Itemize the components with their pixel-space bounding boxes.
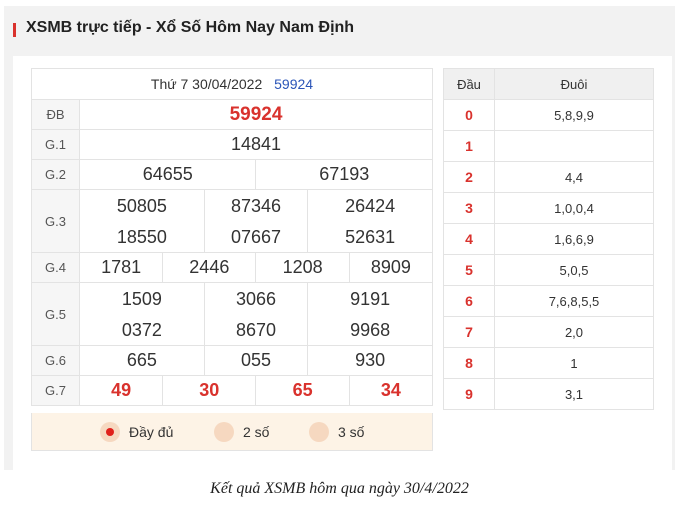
prize-row-g3: G.3 50805 18550 87346 07667 26424 52631 [31, 189, 433, 253]
radio-selected-icon[interactable] [100, 422, 120, 442]
prize-label: G.6 [31, 345, 80, 376]
prize-value: 8909 [348, 252, 434, 283]
option-label: Đầy đủ [129, 424, 174, 440]
prize-value: 65 [255, 375, 350, 406]
head-digit: 0 [443, 99, 495, 131]
head-digit: 9 [443, 378, 495, 410]
prize-value: 1509 [121, 288, 162, 309]
dau-duoi-header: Đầu Đuôi [443, 68, 654, 100]
option-label: 3 số [338, 424, 365, 440]
prize-label: G.2 [31, 159, 80, 190]
prize-row-g1: G.1 14841 [31, 129, 433, 160]
head-digit: 3 [443, 192, 495, 224]
prize-label: G.3 [31, 189, 80, 253]
head-digit: 1 [443, 130, 495, 162]
dau-duoi-row: 81 [443, 347, 654, 379]
tail-column-title: Đuôi [494, 68, 654, 100]
head-digit: 4 [443, 223, 495, 255]
dau-duoi-row: 0 5,8,9,9 [443, 99, 654, 131]
draw-code[interactable]: 59924 [274, 76, 313, 92]
option-label: 2 số [243, 424, 270, 440]
prize-value: 1208 [255, 252, 350, 283]
dau-duoi-row: 7 2,0 [443, 316, 654, 348]
prize-value: 18550 [116, 226, 167, 247]
prize-value: 055 [203, 345, 309, 376]
header-accent-bar [13, 23, 16, 37]
prize-value: 52631 [345, 226, 396, 247]
prize-value: 9968 [350, 319, 391, 340]
tail-digits: 3,1 [494, 378, 654, 410]
dau-duoi-row: 9 3,1 [443, 378, 654, 410]
prize-row-db: ĐB 59924 [31, 99, 433, 130]
prize-value: 67193 [255, 159, 433, 190]
tail-digits: 2,0 [494, 316, 654, 348]
radio-icon[interactable] [309, 422, 329, 442]
head-digit: 7 [443, 316, 495, 348]
tail-digits: 1,6,6,9 [494, 223, 654, 255]
prize-value: 07667 [230, 226, 281, 247]
prize-row-g6: G.6 665 055 930 [31, 345, 433, 376]
prize-value: 64655 [78, 159, 257, 190]
prize-label: G.1 [31, 129, 80, 160]
prize-row-g4: G.4 1781 2446 1208 8909 [31, 252, 434, 283]
prize-value: 0372 [121, 319, 162, 340]
option-two-digits[interactable]: 2 số [214, 422, 269, 442]
panel-header: XSMB trực tiếp - Xổ Số Hôm Nay Nam Định [4, 6, 675, 53]
prize-value: 30 [162, 375, 257, 406]
head-digit: 8 [443, 347, 495, 379]
dau-duoi-row: 1 [443, 130, 654, 162]
tail-digits: 4,4 [494, 161, 654, 193]
radio-icon[interactable] [214, 422, 234, 442]
tail-digits: 1,0,0,4 [494, 192, 654, 224]
prize-value: 26424 [345, 195, 396, 216]
prize-value: 9191 [350, 288, 391, 309]
dau-duoi-row: 3 1,0,0,4 [443, 192, 654, 224]
prize-value: 50805 [116, 195, 167, 216]
dau-duoi-row: 4 1,6,6,9 [443, 223, 654, 255]
option-three-digits[interactable]: 3 số [309, 422, 364, 442]
dau-duoi-table: Đầu Đuôi 0 5,8,9,9 1 2 4,4 3 1,0,0,4 4 1,6,6… [443, 68, 654, 410]
prize-value: 87346 [230, 195, 281, 216]
prize-label: G.7 [31, 375, 80, 406]
prize-label: G.4 [31, 252, 80, 283]
prize-value: 665 [79, 345, 205, 376]
tail-digits: 5,0,5 [494, 254, 654, 286]
prize-label: G.5 [31, 282, 80, 346]
prize-label: ĐB [31, 99, 80, 130]
date-row: Thứ 7 30/04/2022 59924 [31, 68, 433, 100]
prize-value: 1781 [78, 252, 164, 283]
display-options: Đầy đủ 2 số 3 số [31, 413, 433, 451]
prize-row-g7: G.7 49 30 65 34 [31, 375, 434, 406]
tail-digits: 1 [494, 347, 654, 379]
dau-duoi-row: 5 5,0,5 [443, 254, 654, 286]
tail-digits: 5,8,9,9 [494, 99, 654, 131]
lottery-result-table: Thứ 7 30/04/2022 59924 ĐB 59924 G.1 1484… [31, 68, 434, 406]
dau-duoi-row: 2 4,4 [443, 161, 654, 193]
image-caption: Kết quả XSMB hôm qua ngày 30/4/2022 [210, 480, 469, 497]
prize-value: 59924 [79, 99, 433, 130]
dau-duoi-row: 6 7,6,8,5,5 [443, 285, 654, 317]
prize-value: 3066 [235, 288, 276, 309]
tail-digits [494, 130, 654, 162]
head-column-title: Đầu [443, 68, 495, 100]
prize-value: 2446 [162, 252, 257, 283]
prize-row-g5: G.5 1509 0372 3066 8670 9191 9968 [31, 282, 433, 346]
tail-digits: 7,6,8,5,5 [494, 285, 654, 317]
prize-value: 930 [307, 345, 433, 376]
prize-row-g2: G.2 64655 67193 [31, 159, 433, 190]
prize-value: 49 [78, 375, 164, 406]
option-full[interactable]: Đầy đủ [100, 422, 173, 442]
prize-value: 34 [348, 375, 434, 406]
page-title[interactable]: XSMB trực tiếp - Xổ Số Hôm Nay Nam Định [26, 19, 354, 37]
draw-date[interactable]: Thứ 7 30/04/2022 [151, 76, 262, 92]
head-digit: 6 [443, 285, 495, 317]
prize-value: 14841 [79, 129, 433, 160]
head-digit: 5 [443, 254, 495, 286]
prize-value: 8670 [235, 319, 276, 340]
head-digit: 2 [443, 161, 495, 193]
